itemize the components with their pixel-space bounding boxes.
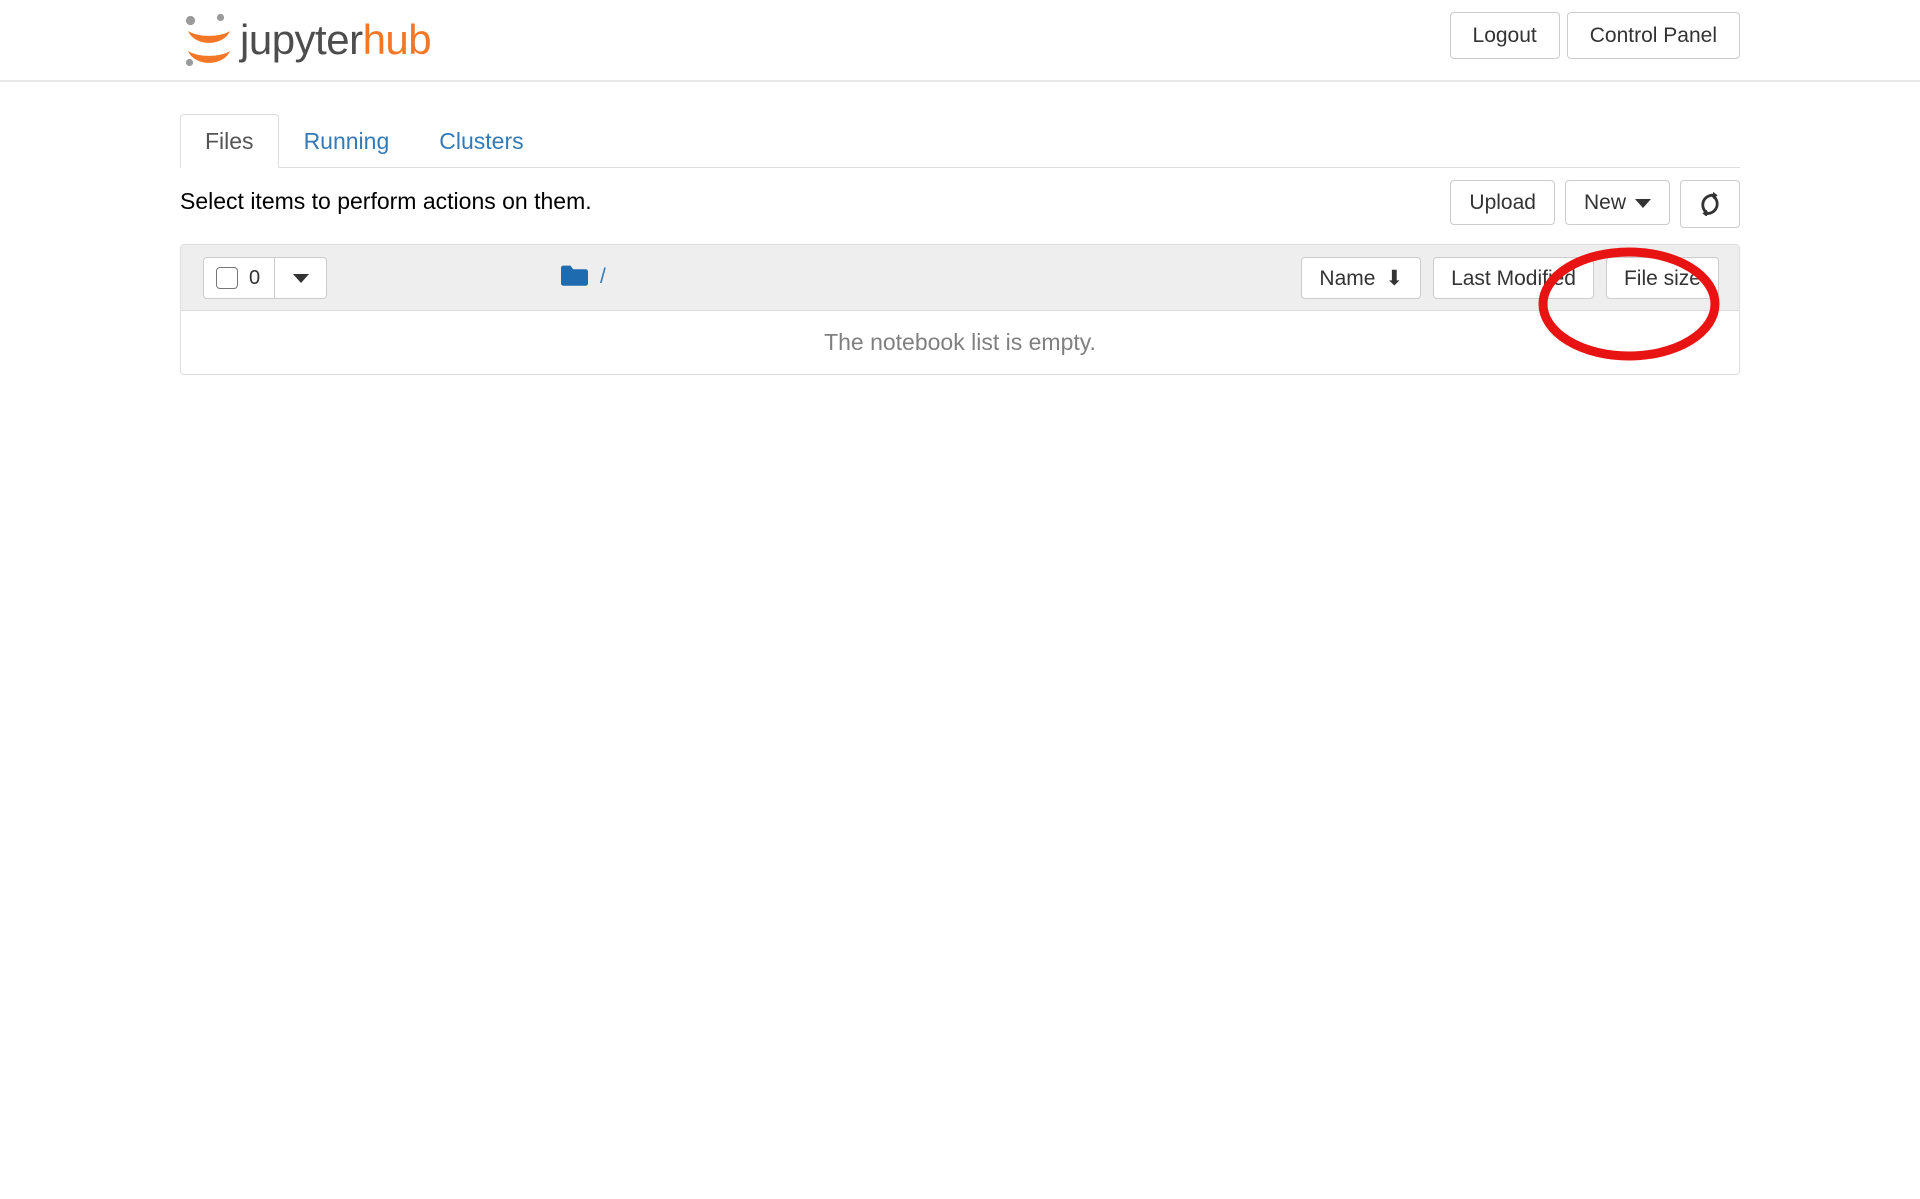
select-all-checkbox[interactable] bbox=[216, 267, 238, 289]
site-header: jupyterhub Logout Control Panel bbox=[0, 0, 1920, 82]
tab-files[interactable]: Files bbox=[180, 114, 279, 168]
sort-descending-arrow-icon: ⬇ bbox=[1385, 266, 1404, 290]
breadcrumb-root[interactable]: / bbox=[600, 266, 606, 287]
tab-running[interactable]: Running bbox=[279, 114, 415, 168]
refresh-icon bbox=[1701, 192, 1719, 216]
sort-by-name-button[interactable]: Name ⬇ bbox=[1301, 257, 1422, 299]
sort-by-last-modified-button[interactable]: Last Modified bbox=[1433, 257, 1594, 299]
new-button[interactable]: New bbox=[1564, 180, 1670, 225]
upload-button[interactable]: Upload bbox=[1450, 180, 1555, 225]
new-button-label: New bbox=[1583, 191, 1626, 214]
jupyter-logo-icon bbox=[185, 13, 230, 67]
select-all-dropdown-button[interactable] bbox=[275, 257, 328, 299]
select-all-group: 0 bbox=[203, 257, 328, 299]
sort-button-group: Name ⬇ Last Modified File size bbox=[1301, 257, 1719, 299]
control-panel-button[interactable]: Control Panel bbox=[1566, 12, 1740, 59]
logout-button[interactable]: Logout bbox=[1449, 12, 1560, 59]
selected-count: 0 bbox=[249, 267, 261, 289]
refresh-button[interactable] bbox=[1680, 180, 1740, 228]
file-toolbar: Select items to perform actions on them.… bbox=[180, 172, 1740, 244]
tab-clusters[interactable]: Clusters bbox=[414, 114, 548, 168]
brand-wordmark: jupyterhub bbox=[240, 16, 432, 63]
empty-list-message: The notebook list is empty. bbox=[824, 329, 1096, 355]
caret-down-icon bbox=[1635, 198, 1651, 208]
main-tab-bar: Files Running Clusters bbox=[180, 108, 1740, 168]
brand-text-hub: hub bbox=[362, 16, 432, 63]
sort-by-file-size-button[interactable]: File size bbox=[1605, 257, 1719, 299]
file-list-header: 0 / Name ⬇ Last Modified File size bbox=[181, 245, 1739, 311]
brand-text-jupyter: jupyter bbox=[240, 16, 363, 63]
header-actions: Logout Control Panel bbox=[1449, 12, 1740, 59]
caret-down-icon bbox=[292, 273, 309, 283]
select-items-hint: Select items to perform actions on them. bbox=[180, 188, 592, 214]
file-list-panel: 0 / Name ⬇ Last Modified File size The n… bbox=[180, 244, 1740, 375]
toolbar-button-group: Upload New bbox=[1450, 180, 1740, 228]
main-container: Files Running Clusters Select items to p… bbox=[180, 82, 1740, 375]
jupyterhub-brand-link[interactable]: jupyterhub bbox=[180, 6, 432, 74]
empty-list-row: The notebook list is empty. bbox=[181, 311, 1739, 374]
breadcrumb: / bbox=[561, 265, 606, 287]
sort-name-label: Name bbox=[1319, 266, 1376, 290]
select-all-box: 0 bbox=[203, 257, 276, 299]
folder-icon bbox=[561, 265, 588, 286]
